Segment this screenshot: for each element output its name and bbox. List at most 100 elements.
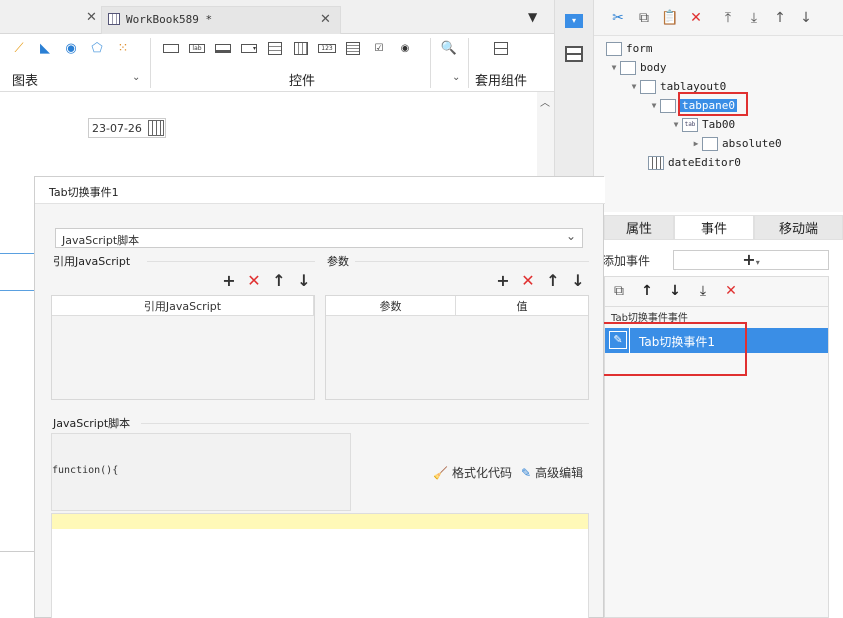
ribbon-divider xyxy=(430,38,431,88)
tab-mobile[interactable]: 移动端 xyxy=(754,215,843,240)
params-table[interactable]: 参数 值 xyxy=(325,295,589,400)
divider xyxy=(141,423,589,424)
delete-icon[interactable]: ✕ xyxy=(520,271,536,290)
chevron-down-icon: ▾ xyxy=(755,258,760,267)
column-header: 值 xyxy=(516,299,528,313)
expand-arrow-icon[interactable]: ▼ xyxy=(608,63,620,72)
ref-js-actions: + ✕ ↑ ↓ xyxy=(221,271,312,290)
ref-js-table[interactable]: 引用JavaScript xyxy=(51,295,315,400)
line-chart-icon[interactable]: ⟋ xyxy=(10,41,28,56)
delete-icon[interactable]: ✕ xyxy=(686,8,706,28)
property-tabs: 属性 事件 移动端 xyxy=(604,215,843,240)
event-toolbar: ⧉ ↑ ↓ ⤓ ✕ xyxy=(609,281,741,301)
move-bottom-icon[interactable]: ⤓ xyxy=(744,8,764,28)
textbox-widget-icon[interactable] xyxy=(214,41,232,55)
scatter-chart-icon[interactable]: ⁙ xyxy=(114,41,132,56)
advanced-edit-button[interactable]: ✎ 高级编辑 xyxy=(521,464,583,481)
move-up-icon[interactable]: ↑ xyxy=(637,281,657,301)
move-up-icon[interactable]: ↑ xyxy=(271,271,287,290)
move-down-icon[interactable]: ↓ xyxy=(296,271,312,290)
gauge-chart-icon[interactable]: ◉ xyxy=(62,41,80,56)
dateeditor-icon xyxy=(648,155,664,170)
copy-icon[interactable]: ⧉ xyxy=(609,281,629,301)
copy-icon[interactable]: ⧉ xyxy=(634,8,654,28)
move-top-icon[interactable]: ⤒ xyxy=(718,8,738,28)
add-event-dropdown[interactable]: +▾ xyxy=(673,250,829,270)
params-actions: + ✕ ↑ ↓ xyxy=(495,271,586,290)
textarea-widget-icon[interactable] xyxy=(344,41,362,55)
expand-arrow-icon[interactable]: ▼ xyxy=(670,120,682,129)
move-down-icon[interactable]: ↓ xyxy=(665,281,685,301)
tree-node-form[interactable]: form xyxy=(606,39,653,58)
divider xyxy=(147,261,315,262)
move-up-icon[interactable]: ↑ xyxy=(770,8,790,28)
add-icon[interactable]: + xyxy=(221,271,237,290)
dropdown-widget-icon[interactable]: ▾ xyxy=(240,41,258,55)
tab-events[interactable]: 事件 xyxy=(674,215,754,240)
tab-dropdown-icon[interactable]: ▼ xyxy=(528,10,537,24)
tree-node-dateeditor[interactable]: dateEditor0 xyxy=(648,153,741,172)
move-bottom-icon[interactable]: ⤓ xyxy=(693,281,713,301)
event-type-select[interactable]: JavaScript脚本 ⌄ xyxy=(55,228,583,248)
button-widget-icon[interactable] xyxy=(162,41,180,55)
expand-arrow-icon[interactable]: ▼ xyxy=(628,82,640,91)
form-icon xyxy=(606,41,622,56)
dialog-titlebar: Tab切换事件1 xyxy=(35,177,605,204)
chevron-up-icon[interactable]: ︿ xyxy=(540,94,550,109)
number-widget-icon[interactable]: 123 xyxy=(318,41,336,55)
close-icon[interactable]: ✕ xyxy=(86,10,97,25)
right-panel: ✂ ⧉ 📋 ✕ ⤒ ⤓ ↑ ↓ form ▼ body ▼ tablayout0… xyxy=(591,0,843,618)
template-component-icon[interactable] xyxy=(492,41,510,55)
params-label: 参数 xyxy=(327,255,349,268)
move-down-icon[interactable]: ↓ xyxy=(570,271,586,290)
column-header: 引用JavaScript xyxy=(52,296,314,315)
format-code-button[interactable]: 🧹 格式化代码 xyxy=(433,464,512,481)
list-widget-icon[interactable] xyxy=(266,41,284,55)
chevron-down-icon[interactable]: ⌄ xyxy=(452,72,460,83)
edit-icon: ✎ xyxy=(521,465,532,480)
expand-arrow-icon[interactable]: ▶ xyxy=(690,139,702,148)
vertical-scrollbar[interactable]: ︿ xyxy=(537,92,554,182)
radio-group-icon[interactable]: ◉ xyxy=(396,41,414,55)
tab-workbook[interactable]: WorkBook589 * ✕ xyxy=(101,6,341,34)
tablayout-icon xyxy=(640,79,656,94)
add-event-label: 添加事件 xyxy=(602,254,651,268)
canvas-guide-line xyxy=(0,253,34,254)
tab-properties[interactable]: 属性 xyxy=(604,215,674,240)
expand-arrow-icon[interactable]: ▼ xyxy=(648,101,660,110)
delete-icon[interactable]: ✕ xyxy=(246,271,262,290)
code-current-line xyxy=(52,514,588,529)
radar-chart-icon[interactable]: ⬠ xyxy=(88,41,106,56)
previous-tab[interactable]: ✕ xyxy=(0,6,98,32)
widget-settings-icon[interactable]: ▾ xyxy=(565,14,583,28)
delete-icon[interactable]: ✕ xyxy=(721,281,741,301)
absolute-icon xyxy=(702,136,718,151)
event-type-value: JavaScript脚本 xyxy=(62,234,140,247)
ribbon: ⟋ ◣ ◉ ⬠ ⁙ 图表 ⌄ lab ▾ 123 ☑ ◉ 🔍 控件 ⌄ 套用组件 xyxy=(0,34,554,92)
layout-icon[interactable] xyxy=(565,46,583,62)
code-editor[interactable] xyxy=(51,513,589,618)
tree-node-body[interactable]: ▼ body xyxy=(608,58,667,77)
checkbox-group-icon[interactable]: ☑ xyxy=(370,41,388,55)
divider xyxy=(605,306,828,307)
close-icon[interactable]: ✕ xyxy=(320,12,331,27)
table-widget-icon[interactable] xyxy=(292,41,310,55)
move-up-icon[interactable]: ↑ xyxy=(545,271,561,290)
tree-node-tab00[interactable]: ▼ tab Tab00 xyxy=(670,115,735,134)
add-icon[interactable]: + xyxy=(495,271,511,290)
chevron-down-icon[interactable]: ⌄ xyxy=(132,72,140,83)
move-down-icon[interactable]: ↓ xyxy=(796,8,816,28)
dialog-title: Tab切换事件1 xyxy=(49,186,119,199)
script-header-area: function(){ xyxy=(51,433,351,511)
area-chart-icon[interactable]: ◣ xyxy=(36,41,54,56)
cut-icon[interactable]: ✂ xyxy=(608,8,628,28)
tree-node-absolute[interactable]: ▶ absolute0 xyxy=(690,134,782,153)
date-editor-widget[interactable]: 23-07-26 xyxy=(88,118,166,138)
calendar-icon[interactable] xyxy=(148,120,164,136)
search-widget-icon[interactable]: 🔍 xyxy=(440,41,458,56)
label-widget-icon[interactable]: lab xyxy=(188,41,206,55)
chart-icons: ⟋ ◣ ◉ ⬠ ⁙ xyxy=(10,41,132,56)
paste-icon[interactable]: 📋 xyxy=(660,8,680,28)
divider xyxy=(355,261,589,262)
highlight-box xyxy=(591,322,747,376)
